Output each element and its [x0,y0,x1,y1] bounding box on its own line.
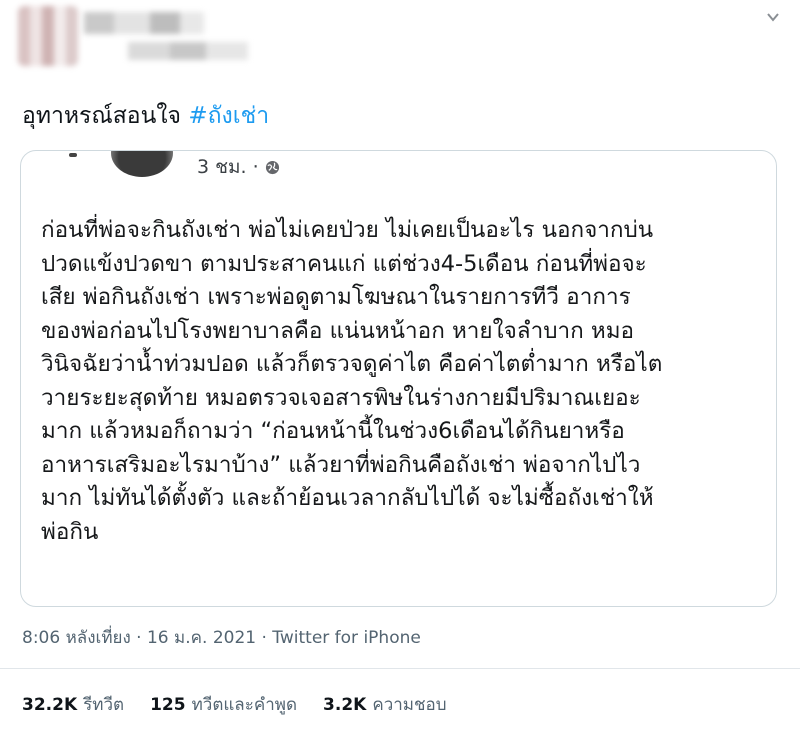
quoted-author-name-fragment [69,153,77,157]
quoted-avatar[interactable] [111,151,173,177]
author-handle-blurred [128,42,248,60]
quoted-post-meta: 3 ชม. · [197,155,280,179]
quoted-post-line: เสีย พ่อกินถังเช่า เพราะพ่อดูตามโฆษณาในร… [41,284,631,310]
quoted-post-line: วายระยะสุดท้าย หมอตรวจเจอสารพิษในร่างกาย… [41,384,641,411]
retweets-count: 32.2K [22,695,78,715]
quoted-post-line: มาก แล้วหมอก็ถามว่า “ก่อนหน้านี้ในช่วง6เ… [41,418,625,444]
quoted-post-text: ก่อนที่พ่อจะกินถังเช่า พ่อไม่เคยป่วย ไม่… [41,214,766,549]
chevron-down-icon[interactable] [766,10,780,24]
quotes-stat[interactable]: 125 ทวีตและคำพูด [150,694,297,716]
likes-label: ความชอบ [372,695,447,715]
tweet-text: อุทาหรณ์สอนใจ #ถังเช่า [22,100,269,132]
likes-stat[interactable]: 3.2K ความชอบ [323,694,447,716]
quoted-post-line: มาก ไม่ทันได้ตั้งตัว และถ้าย้อนเวลากลับไ… [41,485,654,511]
likes-count: 3.2K [323,695,367,715]
hashtag-link[interactable]: #ถังเช่า [188,103,269,129]
author-header[interactable] [18,6,278,74]
globe-icon [265,160,279,174]
quoted-post-line: อาหารเสริมอะไรมาบ้าง” แล้วยาที่พ่อกินคือ… [41,451,641,478]
divider [0,668,800,669]
author-name-blurred[interactable] [84,12,204,34]
quoted-post-card[interactable]: 3 ชม. · ก่อนที่พ่อจะกินถังเช่า พ่อไม่เคย… [20,150,777,607]
retweets-label: รีทวีต [83,695,125,715]
tweet-text-prefix: อุทาหรณ์สอนใจ [22,103,189,129]
quotes-count: 125 [150,695,186,715]
retweets-stat[interactable]: 32.2K รีทวีต [22,694,124,716]
quoted-post-line: ก่อนที่พ่อจะกินถังเช่า พ่อไม่เคยป่วย ไม่… [41,217,654,243]
avatar[interactable] [18,6,78,66]
tweet: อุทาหรณ์สอนใจ #ถังเช่า 3 ชม. · ก่อนที่พ่… [0,0,800,735]
quoted-post-line: วินิจฉัยว่าน้ำท่วมปอด แล้วก็ตรวจดูค่าไต … [41,351,663,377]
tweet-stats: 32.2K รีทวีต 125 ทวีตและคำพูด 3.2K ความชอบ [22,694,447,716]
quoted-post-line: ของพ่อก่อนไปโรงพยาบาลคือ แน่นหน้าอก หายใ… [41,317,635,344]
quoted-post-time[interactable]: 3 ชม. · [197,155,259,179]
quotes-label: ทวีตและคำพูด [191,695,298,715]
quoted-post-line: ปวดแข้งปวดขา ตามประสาคนแก่ แต่ช่วง4-5เดื… [41,250,647,277]
tweet-timestamp[interactable]: 8:06 หลังเที่ยง · 16 ม.ค. 2021 · Twitter… [22,627,421,649]
quoted-post-line: พ่อกิน [41,518,99,545]
